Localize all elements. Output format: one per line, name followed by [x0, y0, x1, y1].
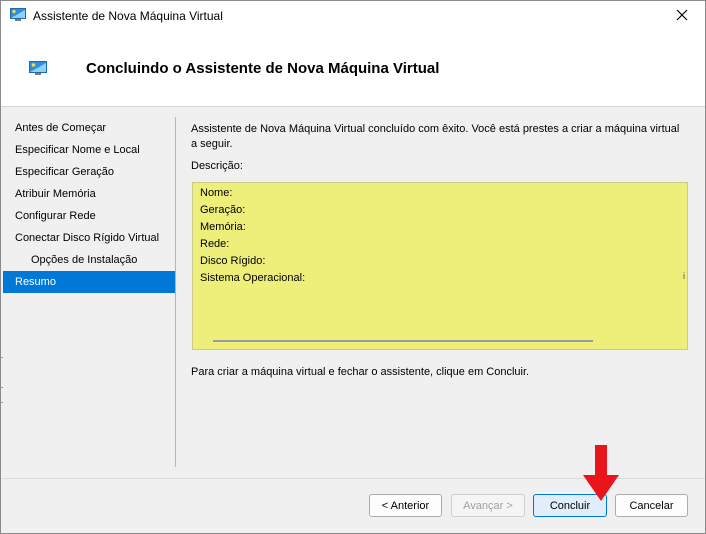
virtual-machine-icon [29, 61, 47, 76]
window-title: Assistente de Nova Máquina Virtual [33, 9, 223, 23]
nav-item-antes-de-comecar[interactable]: Antes de Começar [3, 117, 175, 139]
summary-box[interactable]: Nome: Geração: Memória: Rede: Disco Rígi… [192, 182, 688, 350]
close-button[interactable] [659, 1, 705, 32]
summary-content: Assistente de Nova Máquina Virtual concl… [191, 122, 691, 172]
summary-os: Sistema Operacional: [200, 272, 306, 284]
background-line [0, 402, 3, 403]
virtual-machine-icon [10, 8, 26, 22]
cancel-button[interactable]: Cancelar [615, 494, 688, 517]
summary-name: Nome: [200, 187, 233, 199]
summary-hard-disk: Disco Rígido: [200, 255, 266, 267]
nav-item-resumo[interactable]: Resumo [3, 271, 175, 293]
nav-item-atribuir-memoria[interactable]: Atribuir Memória [3, 183, 175, 205]
intro-text: Assistente de Nova Máquina Virtual concl… [191, 123, 680, 150]
closing-text: Para criar a máquina virtual e fechar o … [191, 366, 530, 378]
nav-item-opcoes-instalacao[interactable]: Opções de Instalação [3, 249, 175, 271]
truncated-text: і [683, 271, 685, 281]
close-icon [676, 9, 688, 24]
nav-item-conectar-disco[interactable]: Conectar Disco Rígido Virtual [3, 227, 175, 249]
nav-item-especificar-nome[interactable]: Especificar Nome e Local [3, 139, 175, 161]
horizontal-scrollbar[interactable] [213, 340, 593, 342]
next-button[interactable]: Avançar > [451, 494, 525, 517]
background-line [0, 387, 3, 388]
title-bar[interactable]: Assistente de Nova Máquina Virtual [1, 1, 705, 32]
description-label: Descrição: [191, 160, 243, 172]
background-line [0, 357, 3, 358]
wizard-header: Concluindo o Assistente de Nova Máquina … [1, 32, 705, 107]
wizard-window: Assistente de Nova Máquina Virtual Concl… [0, 0, 706, 534]
summary-network: Rede: [200, 238, 230, 250]
red-arrow-icon [581, 445, 621, 503]
nav-item-configurar-rede[interactable]: Configurar Rede [3, 205, 175, 227]
nav-item-especificar-geracao[interactable]: Especificar Geração [3, 161, 175, 183]
page-title: Concluindo o Assistente de Nova Máquina … [86, 60, 440, 77]
summary-memory: Memória: [200, 221, 246, 233]
previous-button[interactable]: < Anterior [369, 494, 442, 517]
wizard-steps-nav: Antes de Começar Especificar Nome e Loca… [3, 117, 176, 467]
summary-generation: Geração: [200, 204, 246, 216]
